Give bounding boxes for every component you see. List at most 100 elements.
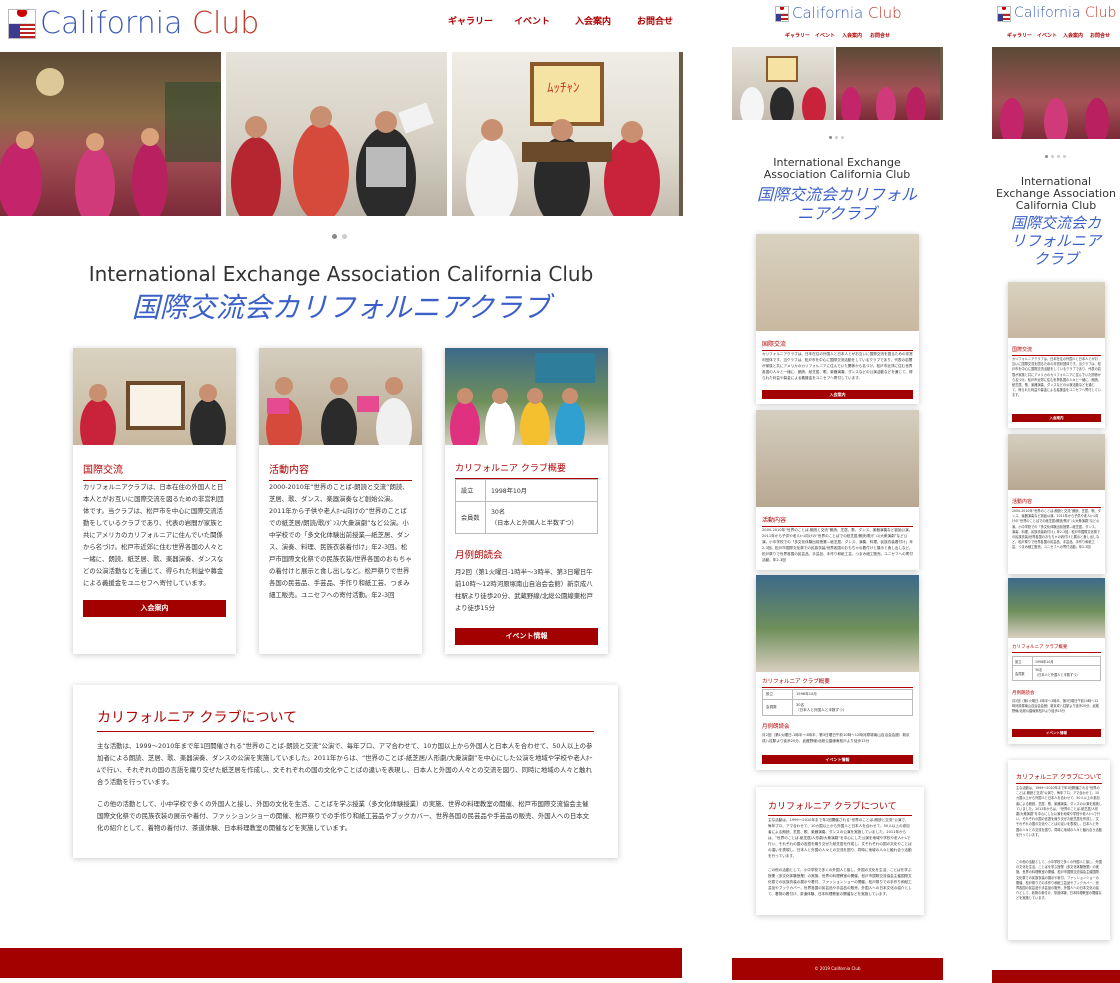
logo-word-california: California	[1014, 5, 1081, 21]
card-activity: 活動内容 2000-2010年“世界のことば-朗読と交流”朗読、芝居、歌、ダンス…	[259, 348, 422, 654]
overview-members-label: 会員数	[1012, 665, 1033, 681]
nav-contact[interactable]: お問合せ	[1090, 32, 1110, 39]
logo-word-california: California	[792, 4, 864, 22]
monthly-reading-heading: 月例朗読会	[455, 550, 503, 561]
overview-members-value: 30名	[1035, 668, 1043, 672]
site-logo[interactable]: California Club	[40, 9, 259, 39]
event-info-button[interactable]: イベント情報	[455, 628, 598, 645]
nav-membership[interactable]: 入会案内	[842, 32, 862, 39]
overview-members-label: 会員数	[455, 501, 486, 534]
card-overview-heading: カリフォルニア クラブ概要	[455, 461, 598, 479]
overview-members-cell: 30名 （日本人と外国人と半数ずつ）	[1032, 665, 1101, 681]
nav-gallery[interactable]: ギャラリー	[1007, 32, 1032, 39]
carousel-dot-1[interactable]	[332, 234, 337, 239]
about-paragraph-2: この他の活動として、小中学校で多くの外国人と接し、外国の文化を生活、ことばを学ぶ…	[768, 868, 912, 896]
jp-us-flag-icon	[775, 6, 789, 22]
monthly-reading-body: 月2回（第1火曜日-1時半〜3時半、第3日曜日午前10時〜12時河原塚南山自治会…	[762, 733, 910, 743]
nav-gallery[interactable]: ギャラリー	[785, 32, 810, 39]
card-activity-heading: 活動内容	[762, 515, 913, 527]
nav-events[interactable]: イベント	[514, 14, 550, 27]
nav-events[interactable]: イベント	[1037, 32, 1057, 39]
about-section: カリフォルニア クラブについて 主な活動は、1999〜2010年まで年1回開催さ…	[1008, 760, 1110, 940]
reading-illustration	[231, 102, 434, 216]
monthly-reading-heading: 月例朗読会	[762, 724, 790, 730]
about-paragraph-2: この他の活動として、小中学校で多くの外国人と接し、外国の文化を生活、ことばを学ぶ…	[1016, 860, 1102, 901]
monthly-reading-body: 月2回（第1火曜日-1時半〜3時半、第3日曜日午前10時〜12時河原塚南山自治会…	[455, 568, 593, 612]
membership-info-button[interactable]: 入会案内	[762, 390, 913, 399]
card-activity: 活動内容 2000-2010年“世界のことば-朗読と交流”朗読、芝居、歌、ダンス…	[1008, 434, 1105, 574]
card-exchange-photo	[756, 234, 919, 331]
about-heading: カリフォルニア クラブについて	[1016, 772, 1102, 784]
carousel-dot-3[interactable]	[841, 136, 844, 139]
card-overview: カリフォルニア クラブ概要 設立 1998年10月 会員数 30名 （日本人と外国人と…	[756, 575, 919, 770]
site-logo[interactable]: California Club	[1014, 6, 1116, 20]
page-title-en-line-3: California Club	[1015, 199, 1097, 212]
logo-word-club: Club	[1084, 5, 1117, 21]
card-exchange-heading: 国際交流	[83, 461, 226, 481]
monthly-reading-body: 月2回（第1火曜日-1時半〜3時半、第3日曜日午前10時〜12時河原塚南山自治会…	[1012, 699, 1099, 714]
page-title-en: International Exchange Association Calif…	[88, 262, 594, 286]
card-exchange-photo	[1008, 282, 1105, 338]
about-heading: カリフォルニア クラブについて	[768, 799, 912, 816]
carousel-dot-3[interactable]	[1057, 155, 1060, 158]
nav-events[interactable]: イベント	[815, 32, 835, 39]
card-overview-heading: カリフォルニア クラブ概要	[762, 677, 913, 688]
carousel-dot-1[interactable]	[1045, 155, 1048, 158]
card-exchange-heading: 国際交流	[1012, 346, 1101, 356]
carousel-dot-4[interactable]	[1063, 155, 1066, 158]
card-overview-photo	[445, 348, 608, 445]
nav-contact[interactable]: お問合せ	[637, 14, 673, 27]
membership-info-button[interactable]: 入会案内	[1012, 414, 1101, 422]
nav-membership[interactable]: 入会案内	[1063, 32, 1083, 39]
nav-gallery[interactable]: ギャラリー	[448, 14, 493, 27]
hula-illustration	[1000, 98, 1109, 139]
kamishibai-photo-illustration	[80, 381, 226, 445]
carousel-photo-edge	[940, 47, 943, 120]
card-exchange-heading: 国際交流	[762, 339, 913, 351]
nav-contact[interactable]: お問合せ	[870, 32, 890, 39]
carousel-photo-reading	[226, 52, 447, 216]
card-activity-heading: 活動内容	[1012, 498, 1101, 508]
about-section: カリフォルニア クラブについて 主な活動は、1999〜2010年まで年1回開催さ…	[756, 787, 924, 915]
card-exchange-body: カリフォルニアクラブは、日本在住の外国人と日本人とがお互いに国際交流を図るための…	[1012, 357, 1101, 398]
page-title-en-line-2: Association California Club	[763, 168, 911, 181]
card-activity-heading: 活動内容	[269, 461, 412, 481]
carousel-dot-2[interactable]	[835, 136, 838, 139]
logo-word-california: California	[40, 6, 183, 41]
card-exchange: 国際交流 カリフォルニアクラブは、日本在住の外国人と日本人とがお互いに国際交流を…	[73, 348, 236, 654]
card-overview-photo	[756, 575, 919, 672]
overview-members-cell: 30名 （日本人と外国人と半数ずつ）	[792, 699, 913, 716]
carousel-dot-1[interactable]	[829, 136, 832, 139]
carousel-photo-hula-performance[interactable]	[992, 47, 1120, 139]
footer-bar	[0, 948, 682, 978]
card-activity-photo	[259, 348, 422, 445]
event-info-button[interactable]: イベント情報	[762, 755, 913, 764]
card-activity-photo	[1008, 434, 1105, 490]
monthly-reading-heading: 月例朗読会	[1012, 691, 1035, 696]
footer-copyright: © 2019 California Club	[814, 966, 861, 971]
overview-founded-value: 1998年10月	[1032, 656, 1101, 666]
card-activity-photo	[756, 410, 919, 507]
overview-members-value: 30名	[491, 508, 506, 516]
footer-bar: © 2019 California Club	[732, 958, 943, 980]
carousel-photo-hula-performance	[836, 47, 940, 120]
carousel-dot-2[interactable]	[1051, 155, 1054, 158]
carousel-dots	[1045, 143, 1066, 162]
overview-founded-label: 設立	[455, 479, 486, 502]
overview-table: 設立 1998年10月 会員数 30名 （日本人と外国人と半数ずつ）	[455, 479, 598, 534]
site-logo[interactable]: California Club	[792, 6, 902, 21]
event-info-button[interactable]: イベント情報	[1012, 729, 1101, 737]
about-paragraph-1: 主な活動は、1999〜2010年まで年1回開催される“世界のことば-朗読と交流”…	[768, 818, 912, 858]
overview-members-note: （日本人と外国人と半数ずつ）	[491, 519, 578, 527]
carousel-dot-2[interactable]	[342, 234, 347, 239]
membership-info-button[interactable]: 入会案内	[83, 600, 226, 617]
card-overview-photo	[1008, 578, 1105, 638]
overview-table: 設立 1998年10月 会員数 30名 （日本人と外国人と半数ずつ）	[1012, 656, 1101, 681]
carousel-photo-edge	[679, 52, 683, 216]
overview-members-value: 30名	[796, 702, 805, 707]
overview-members-label: 会員数	[762, 699, 793, 716]
hula-illustration	[0, 68, 221, 216]
overview-founded-value: 1998年10月	[792, 689, 913, 700]
overview-founded-value: 1998年10月	[485, 479, 598, 502]
nav-membership[interactable]: 入会案内	[575, 14, 611, 27]
